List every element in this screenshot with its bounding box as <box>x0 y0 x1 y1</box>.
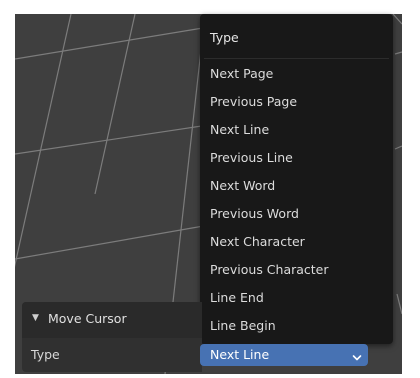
menu-item-next-page[interactable]: Next Page <box>204 61 389 87</box>
menu-item-line-begin[interactable]: Line Begin <box>204 313 389 339</box>
menu-item-previous-character[interactable]: Previous Character <box>204 257 389 283</box>
panel-title: Move Cursor <box>48 311 127 326</box>
type-dropdown-menu: Type Next Page Previous Page Next Line P… <box>200 14 393 344</box>
type-label: Type <box>31 347 60 362</box>
chevron-down-icon <box>352 350 362 365</box>
menu-item-previous-page[interactable]: Previous Page <box>204 89 389 115</box>
menu-item-next-character[interactable]: Next Character <box>204 229 389 255</box>
menu-item-previous-word[interactable]: Previous Word <box>204 201 389 227</box>
menu-item-next-word[interactable]: Next Word <box>204 173 389 199</box>
operator-redo-panel: ▼ Move Cursor Type <box>22 302 202 372</box>
grid-line <box>94 14 136 195</box>
type-select[interactable]: Next Line <box>200 344 368 366</box>
menu-title: Type <box>210 30 239 45</box>
triangle-down-icon: ▼ <box>32 313 39 323</box>
grid-line <box>394 145 402 150</box>
panel-header[interactable]: ▼ Move Cursor <box>22 302 202 338</box>
menu-item-line-end[interactable]: Line End <box>204 285 389 311</box>
menu-item-next-line[interactable]: Next Line <box>204 117 389 143</box>
grid-line <box>396 293 402 315</box>
type-select-value: Next Line <box>210 347 270 362</box>
menu-divider <box>204 58 389 59</box>
grid-line <box>392 14 402 25</box>
grid-line <box>15 223 216 260</box>
menu-item-previous-line[interactable]: Previous Line <box>204 145 389 171</box>
grid-line <box>394 51 402 55</box>
grid-line <box>15 25 216 60</box>
